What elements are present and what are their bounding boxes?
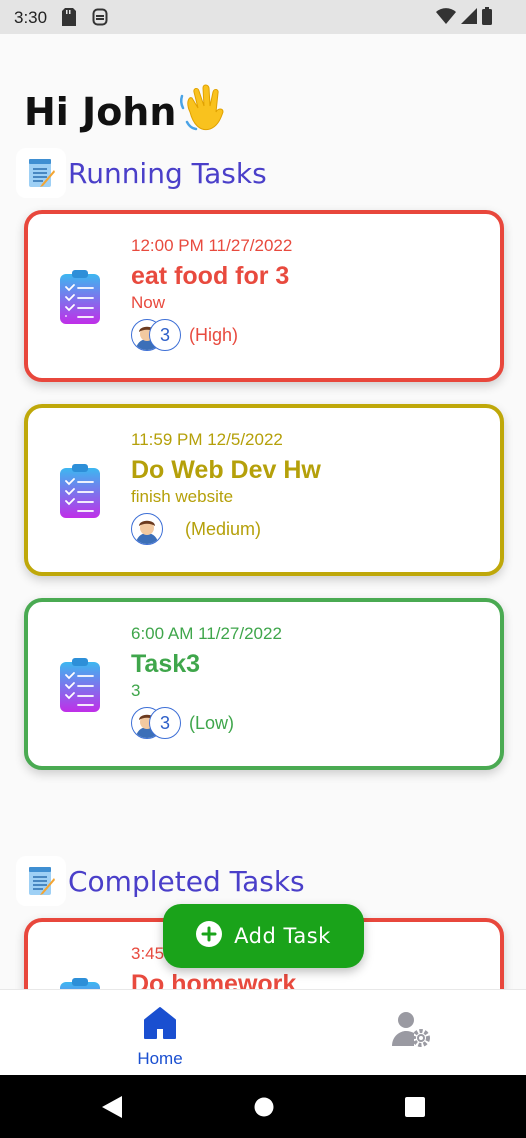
- signal-icon: [461, 8, 477, 29]
- add-task-button[interactable]: Add Task: [163, 904, 364, 968]
- system-navigation-bar: [0, 1075, 526, 1138]
- task-date: 6:00 AM 11/27/2022: [131, 624, 282, 643]
- nav-home[interactable]: Home: [110, 990, 210, 1076]
- clipboard-icon: [58, 977, 102, 989]
- assignees: 3: [131, 707, 181, 739]
- task-description: Now: [131, 293, 166, 312]
- avatar: [131, 513, 163, 545]
- assignee-count: 3: [149, 319, 181, 351]
- task-priority: (High): [189, 324, 239, 345]
- wifi-icon: [436, 8, 456, 29]
- nav-home-label: Home: [137, 1049, 183, 1068]
- assignee-count: 3: [149, 707, 181, 739]
- task-date: 11:59 PM 12/5/2022: [131, 430, 283, 449]
- task-card[interactable]: 11:59 PM 12/5/2022 Do Web Dev Hw finish …: [24, 404, 504, 576]
- task-description: 3: [131, 681, 141, 700]
- task-date: 12:00 PM 11/27/2022: [131, 236, 293, 255]
- clipboard-icon: [58, 269, 102, 330]
- home-circle-icon[interactable]: [254, 1097, 274, 1122]
- notepad-icon: [16, 856, 66, 906]
- section-title: Completed Tasks: [68, 864, 305, 898]
- section-title: Running Tasks: [68, 156, 267, 190]
- main-content: Hi John Running Tasks 12:00 PM 11/27/202…: [0, 34, 526, 989]
- sync-icon: [92, 8, 108, 31]
- nav-user-settings[interactable]: [390, 1010, 450, 1060]
- greeting: Hi John: [24, 82, 226, 141]
- status-bar: 3:30: [0, 0, 526, 34]
- task-priority: (Low): [189, 712, 235, 733]
- task-priority: (Medium): [185, 518, 262, 539]
- back-icon[interactable]: [102, 1096, 122, 1123]
- bottom-navigation: Home: [0, 989, 526, 1075]
- user-settings-icon: [390, 1012, 434, 1054]
- assignees: 3: [131, 319, 181, 351]
- task-card[interactable]: 12:00 PM 11/27/2022 eat food for 3 Now 3…: [24, 210, 504, 382]
- status-time: 3:30: [14, 8, 48, 27]
- task-title: eat food for 3: [131, 262, 290, 290]
- task-title: Task3: [131, 650, 201, 678]
- task-description: finish website: [131, 487, 234, 506]
- task-card[interactable]: 6:00 AM 11/27/2022 Task3 3 3 (Low): [24, 598, 504, 770]
- task-title: Do Web Dev Hw: [131, 456, 321, 484]
- home-icon: [143, 1006, 177, 1045]
- greeting-text: Hi John: [24, 89, 177, 134]
- clipboard-icon: [58, 657, 102, 718]
- notepad-icon: [16, 148, 66, 198]
- waving-hand-icon: [178, 82, 226, 141]
- assignees: [131, 513, 163, 545]
- plus-circle-icon: [196, 920, 223, 952]
- recents-icon[interactable]: [405, 1097, 425, 1122]
- sd-card-icon: [62, 8, 76, 31]
- clipboard-icon: [58, 463, 102, 524]
- task-title: Do homework: [131, 970, 297, 989]
- add-task-label: Add Task: [234, 924, 331, 948]
- running-tasks-header: Running Tasks: [16, 148, 267, 198]
- completed-tasks-header: Completed Tasks: [16, 856, 305, 906]
- battery-icon: [482, 7, 492, 30]
